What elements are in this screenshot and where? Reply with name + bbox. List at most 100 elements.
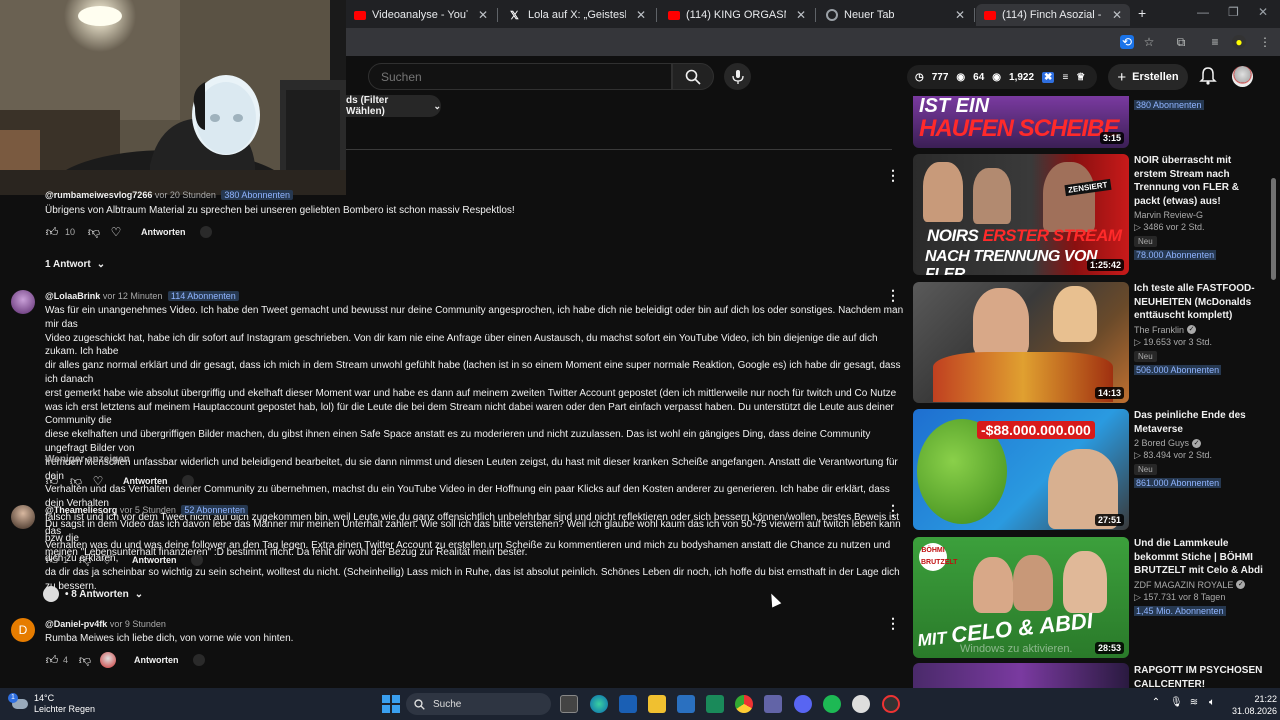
channel-name[interactable]: 2 Bored Guys <box>1134 438 1189 448</box>
channel-stats-widget[interactable]: ◷ 777 ◉ 64 ◉ 1,922 ✖ ≡ ♕ <box>907 65 1097 89</box>
reply-button[interactable]: Antworten <box>134 655 179 665</box>
video-thumbnail[interactable]: 14:13 <box>913 282 1129 403</box>
store-icon[interactable] <box>706 695 724 713</box>
tab-king-orgasmus[interactable]: (114) KING ORGASMUS ONE FE ✕ <box>660 4 814 26</box>
search-button[interactable] <box>672 63 714 90</box>
bell-icon[interactable] <box>1198 66 1218 86</box>
create-button[interactable]: + Erstellen <box>1108 64 1188 90</box>
comment-time[interactable]: vor 12 Minuten <box>103 291 163 301</box>
dislike-icon[interactable]: 👎︎ <box>78 653 92 667</box>
account-avatar[interactable] <box>1232 66 1253 87</box>
show-less-button[interactable]: Weniger anzeigen <box>45 454 130 465</box>
chevron-up-icon[interactable]: ⌃ <box>1150 697 1162 709</box>
reply-button[interactable]: Antworten <box>132 555 177 565</box>
extensions-icon[interactable]: ⧉ <box>1174 35 1188 49</box>
close-icon[interactable]: ✕ <box>636 8 646 22</box>
close-icon[interactable]: ✕ <box>796 8 806 22</box>
wiki-icon[interactable] <box>852 695 870 713</box>
comment-time[interactable]: vor 9 Stunden <box>110 619 166 629</box>
close-window-button[interactable]: ✕ <box>1258 5 1268 19</box>
comment-time[interactable]: vor 5 Stunden <box>120 505 176 515</box>
scrollbar[interactable] <box>1271 178 1276 280</box>
channel-name[interactable]: Marvin Review-G <box>1134 210 1264 220</box>
video-thumbnail[interactable]: IST EIN HAUFEN SCHEIBE 3:15 <box>913 96 1129 148</box>
file-explorer-icon[interactable] <box>648 695 666 713</box>
avatar[interactable] <box>11 505 35 529</box>
replies-toggle[interactable]: 1 Antwort ⌄ <box>45 259 105 270</box>
comment-author[interactable]: @Daniel-pv4fk <box>45 619 107 629</box>
heart-icon[interactable]: ♡ <box>100 553 114 567</box>
comment-author[interactable]: @Theameliesorg <box>45 505 117 515</box>
voice-search-button[interactable] <box>724 63 751 90</box>
maximize-button[interactable]: ❐ <box>1228 5 1239 19</box>
dislike-icon[interactable]: 👎︎ <box>78 553 92 567</box>
video-title[interactable]: Und die Lammkeule bekommt Stiche | BÖHMI… <box>1134 537 1264 578</box>
minimize-button[interactable]: — <box>1197 5 1209 19</box>
speaker-icon[interactable]: 🔈︎ <box>1206 697 1218 709</box>
avatar[interactable]: D <box>11 618 35 642</box>
tab-youtube-studio[interactable]: Videoanalyse - YouTube Studio ✕ <box>346 4 496 26</box>
more-options-icon[interactable]: ⋮ <box>886 616 900 630</box>
video-title[interactable]: NOIR überrascht mit erstem Stream nach T… <box>1134 154 1264 208</box>
like-icon[interactable]: 👍︎ <box>45 653 59 667</box>
comment-author[interactable]: @rumbameiwesvlog7266 <box>45 190 152 200</box>
teams-icon[interactable] <box>764 695 782 713</box>
like-icon[interactable]: 👍︎ <box>45 225 59 239</box>
more-options-icon[interactable]: ⋮ <box>886 168 900 182</box>
video-title[interactable]: RAPGOTT IM PSYCHOSEN CALLCENTER! <box>1134 664 1264 691</box>
system-clock[interactable]: 21:22 31.08.2026 <box>1232 693 1277 717</box>
close-icon[interactable]: ✕ <box>1112 8 1122 22</box>
more-options-icon[interactable]: ⋮ <box>886 503 900 517</box>
discord-icon[interactable] <box>794 695 812 713</box>
obs-icon[interactable] <box>882 695 900 713</box>
search-input[interactable] <box>368 63 672 90</box>
reply-button[interactable]: Antworten <box>123 476 168 486</box>
video-thumbnail[interactable]: -$88.000.000.000 27:51 <box>913 409 1129 530</box>
edge-icon[interactable] <box>590 695 608 713</box>
replies-toggle[interactable]: • 8 Antworten ⌄ <box>43 586 143 602</box>
tab-new-tab[interactable]: Neuer Tab ✕ <box>818 4 973 26</box>
menu-dots-icon[interactable]: ⋮ <box>1258 35 1272 49</box>
tab-finch-asozial[interactable]: (114) Finch Asozial - F*** mich ✕ <box>976 4 1130 26</box>
mic-icon[interactable]: 🎙︎ <box>1170 697 1183 709</box>
video-thumbnail[interactable]: ZENSIERT NOIRS ERSTER STREAM NACH TRENNU… <box>913 154 1129 275</box>
more-options-icon[interactable]: ⋮ <box>886 288 900 302</box>
like-icon[interactable]: 👍︎ <box>45 474 59 488</box>
dislike-icon[interactable]: 👎︎ <box>87 225 101 239</box>
outlook-icon[interactable] <box>677 695 695 713</box>
heart-icon[interactable]: ♡ <box>91 474 105 488</box>
video-thumbnail[interactable]: BÖHMI BRUTZELT MIT CELO & ABDI 28:53 <box>913 537 1129 658</box>
media-icon[interactable]: ≡ <box>1208 35 1222 49</box>
task-view-icon[interactable] <box>560 695 578 713</box>
close-icon[interactable]: ✕ <box>955 8 965 22</box>
video-thumbnail[interactable] <box>913 663 1129 688</box>
sort-filter-pill[interactable]: ds (Filter Wählen) ⌄ <box>346 95 441 117</box>
channel-name[interactable]: ZDF MAGAZIN ROYALE <box>1134 580 1233 590</box>
new-tab-button[interactable]: + <box>1138 5 1146 21</box>
comment-author[interactable]: @LolaaBrink <box>45 291 100 301</box>
heart-icon[interactable]: ♡ <box>109 225 123 239</box>
tab-lola-x[interactable]: 𝕏 Lola auf X: „Geisteskranke Com ✕ <box>502 4 654 26</box>
media-player-icon[interactable] <box>619 695 637 713</box>
close-icon[interactable]: ✕ <box>478 8 488 22</box>
avatar[interactable] <box>11 290 35 314</box>
taskbar-search[interactable]: Suche <box>406 693 551 715</box>
translate-icon[interactable]: ⟲ <box>1120 35 1134 49</box>
like-icon[interactable]: 👍︎ <box>45 553 59 567</box>
star-icon[interactable]: ☆ <box>1142 35 1156 49</box>
video-title[interactable]: Das peinliche Ende des Metaverse <box>1134 409 1264 436</box>
spotify-icon[interactable] <box>823 695 841 713</box>
chrome-icon[interactable] <box>735 695 753 713</box>
create-label: Erstellen <box>1132 71 1179 83</box>
windows-start-icon[interactable] <box>382 695 400 713</box>
reply-button[interactable]: Antworten <box>141 227 186 237</box>
thumbnail-badge: BÖHMI BRUTZELT <box>919 543 957 571</box>
weather-widget[interactable]: 1 14°C Leichter Regen <box>8 693 95 715</box>
wifi-icon[interactable]: ≋ <box>1188 697 1200 709</box>
trophy-icon: ♕ <box>1076 71 1086 83</box>
channel-name[interactable]: The Franklin <box>1134 325 1184 335</box>
dislike-icon[interactable]: 👎︎ <box>69 474 83 488</box>
video-title[interactable]: Ich teste alle FASTFOOD-NEUHEITEN (McDon… <box>1134 282 1264 323</box>
comment-time[interactable]: vor 20 Stunden <box>155 190 216 200</box>
profile-icon[interactable]: ● <box>1232 35 1246 49</box>
